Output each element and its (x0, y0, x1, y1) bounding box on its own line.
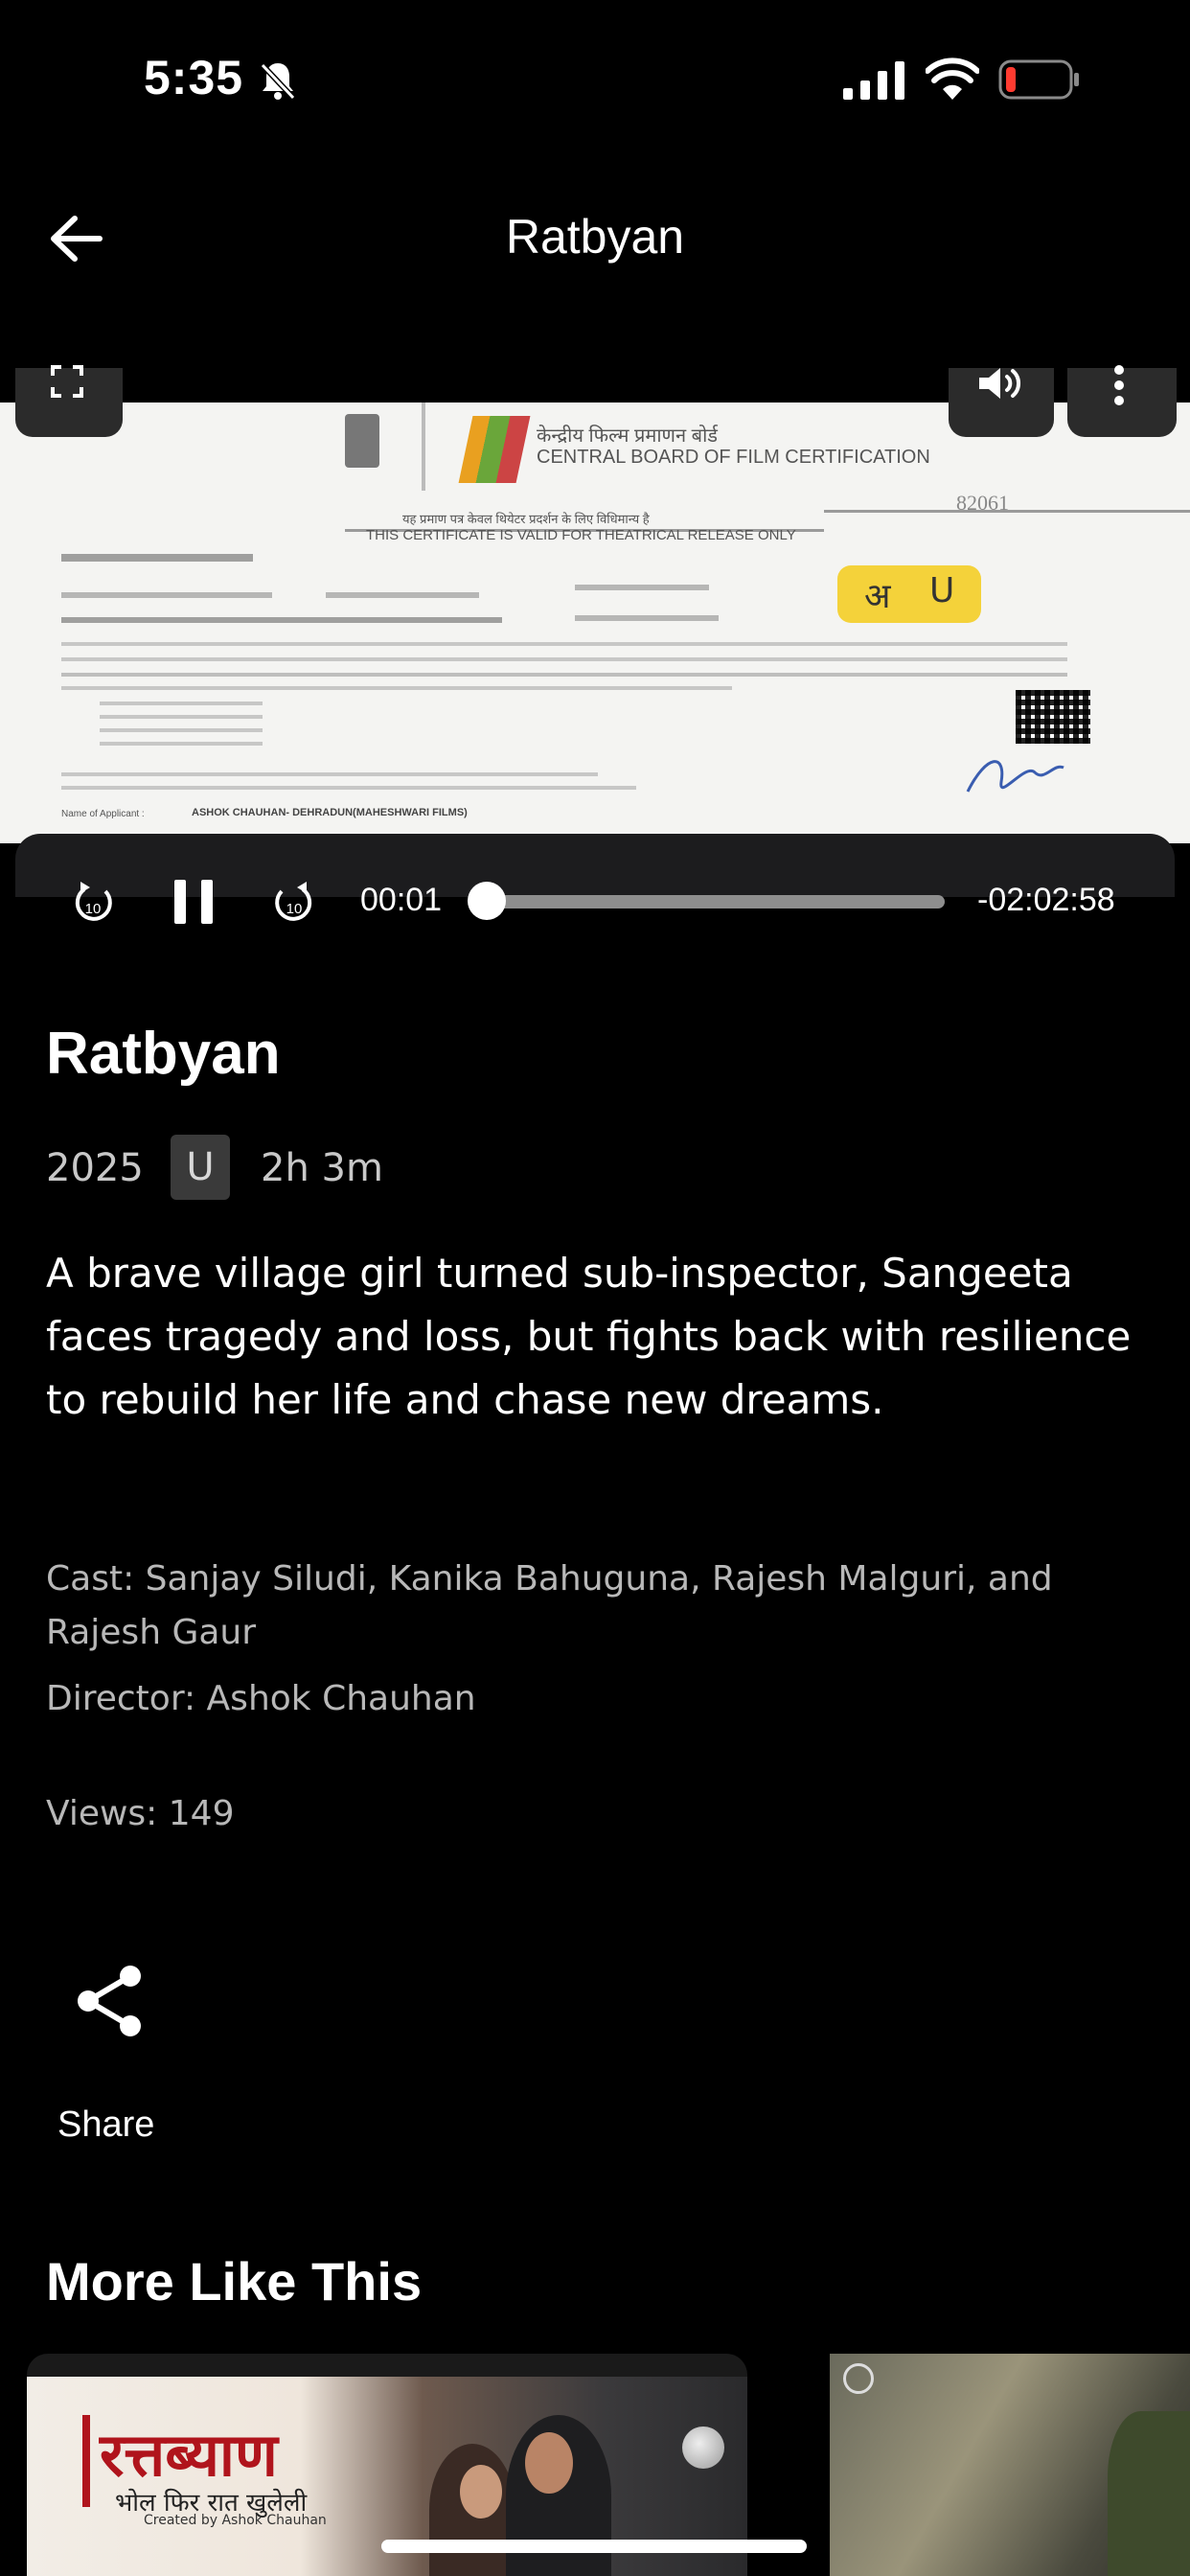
movie-title: Ratbyan (46, 1021, 281, 1087)
poster-credit: Created by Ashok Chauhan (144, 2513, 327, 2528)
signature-image (966, 760, 1064, 793)
share-icon[interactable] (73, 1963, 146, 2039)
wifi-icon (926, 58, 979, 100)
applicant-label: Name of Applicant : (61, 809, 145, 819)
qr-code (1016, 690, 1090, 744)
board-hindi: केन्द्रीय फिल्म प्रमाणन बोर्ड (537, 426, 718, 447)
channel-logo (843, 2363, 874, 2394)
progress-thumb[interactable] (468, 882, 506, 920)
cellular-signal-icon (843, 61, 904, 100)
status-time: 5:35 (144, 51, 244, 104)
forward-seconds: 10 (286, 901, 303, 917)
rewind-seconds: 10 (85, 901, 102, 917)
emblem-image (345, 414, 379, 468)
synopsis: A brave village girl turned sub-inspecto… (46, 1250, 1132, 1423)
cbfc-logo (458, 416, 531, 483)
video-player[interactable]: केन्द्रीय फिल्म प्रमाणन बोर्ड CENTRAL BO… (0, 402, 1190, 843)
rewind-10-icon[interactable]: 10 (71, 874, 115, 928)
director: Director: Ashok Chauhan (46, 1679, 476, 1718)
applicant-name: ASHOK CHAUHAN- DEHRADUN(MAHESHWARI FILMS… (192, 807, 468, 818)
home-indicator (381, 2540, 807, 2553)
release-year: 2025 (46, 1146, 144, 1190)
forward-10-icon[interactable]: 10 (272, 874, 316, 928)
certificate-rating: U (929, 571, 955, 610)
valid-line: THIS CERTIFICATE IS VALID FOR THEATRICAL… (366, 527, 796, 543)
volume-icon (979, 368, 1020, 399)
current-time: 00:01 (360, 882, 443, 918)
duration: 2h 3m (261, 1146, 383, 1190)
progress-slider[interactable] (485, 895, 945, 908)
valid-line-hindi: यह प्रमाण पत्र केवल थियेटर प्रदर्शन के ल… (402, 512, 650, 526)
moon-image (682, 2426, 724, 2469)
views-count: Views: 149 (46, 1794, 235, 1833)
fullscreen-icon (51, 365, 83, 398)
bell-slash-icon (260, 62, 296, 101)
section-title-more-like-this: More Like This (46, 2251, 423, 2312)
more-vertical-icon (1114, 365, 1124, 405)
recommendation-card[interactable] (830, 2354, 1190, 2576)
certificate-rating-badge: अ U (837, 565, 981, 623)
battery-low-icon (998, 59, 1079, 100)
poster-title: रत्तब्याण (100, 2420, 278, 2490)
page-title: Ratbyan (505, 210, 685, 264)
cast: Cast: Sanjay Siludi, Kanika Bahuguna, Ra… (46, 1559, 1053, 1652)
pause-icon[interactable] (171, 878, 217, 926)
remaining-time: -02:02:58 (977, 882, 1115, 918)
share-button-label[interactable]: Share (57, 2104, 154, 2146)
rating-badge: U (171, 1135, 230, 1200)
board-name: CENTRAL BOARD OF FILM CERTIFICATION (537, 447, 930, 468)
certificate-rating-hindi: अ (864, 577, 891, 616)
